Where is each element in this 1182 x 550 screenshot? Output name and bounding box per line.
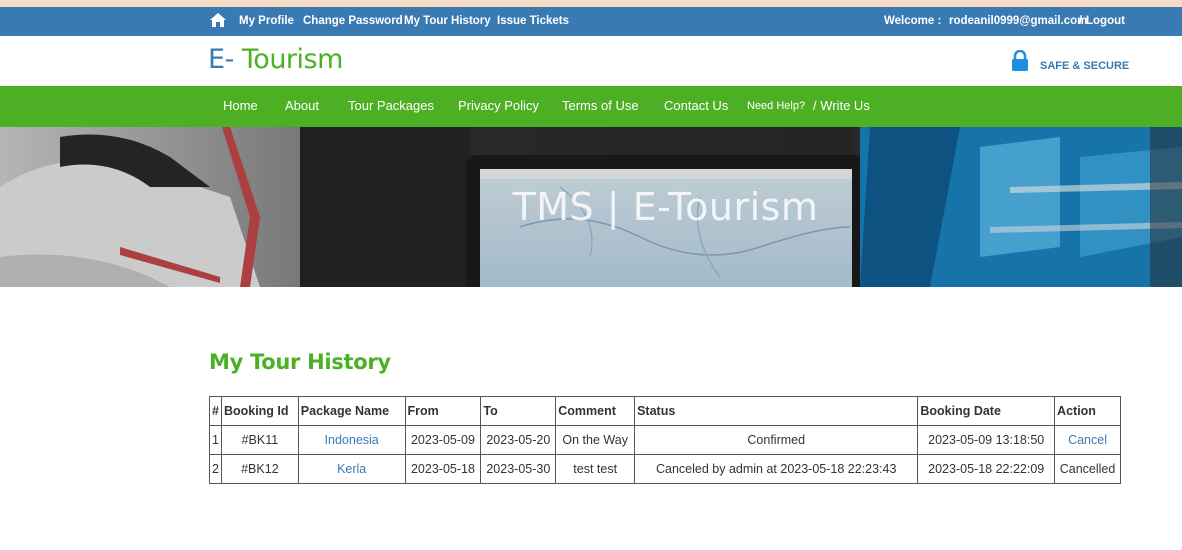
top-bar: My Profile Change Password My Tour Histo…	[0, 7, 1182, 36]
welcome-label: Welcome :	[884, 15, 942, 27]
from-date: 2023-05-09	[404, 425, 482, 455]
to-date: 2023-05-20	[480, 425, 557, 455]
logo-suffix: Tourism	[233, 44, 344, 75]
comment: On the Way	[555, 425, 636, 455]
top-accent-line	[0, 0, 1182, 7]
row-number: 2	[209, 454, 222, 484]
nav-item-contact-us[interactable]: Contact Us	[664, 98, 728, 113]
safe-secure-label: SAFE & SECURE	[1040, 60, 1130, 72]
column-header-action: Action	[1054, 396, 1121, 426]
row-number: 1	[209, 425, 222, 455]
main-nav: Home About Tour Packages Privacy Policy …	[0, 86, 1182, 127]
from-date: 2023-05-18	[404, 454, 482, 484]
action-status: Cancelled	[1054, 454, 1121, 484]
table-row: 2 #BK12 Kerla 2023-05-18 2023-05-30 test…	[209, 454, 1121, 484]
booking-date: 2023-05-18 22:22:09	[917, 454, 1056, 484]
booking-date: 2023-05-09 13:18:50	[917, 425, 1056, 455]
my-tour-history-link[interactable]: My Tour History	[404, 15, 491, 27]
logo-prefix: E-	[208, 44, 234, 75]
nav-item-privacy-policy[interactable]: Privacy Policy	[458, 98, 539, 113]
lock-icon	[1012, 50, 1028, 71]
page-title: My Tour History	[209, 350, 391, 374]
column-header-comment: Comment	[555, 396, 636, 426]
nav-item-about[interactable]: About	[285, 98, 319, 113]
tour-history-table: # Booking Id Package Name From To Commen…	[209, 396, 1121, 484]
column-header-to: To	[480, 396, 557, 426]
site-header: E- Tourism SAFE & SECURE	[0, 36, 1182, 86]
cancel-button[interactable]: Cancel	[1054, 425, 1121, 455]
booking-id: #BK11	[220, 425, 299, 455]
package-link[interactable]: Indonesia	[297, 425, 406, 455]
site-logo[interactable]: E- Tourism	[208, 44, 343, 75]
table-row: 1 #BK11 Indonesia 2023-05-09 2023-05-20 …	[209, 425, 1121, 455]
my-profile-link[interactable]: My Profile	[239, 15, 294, 27]
column-header-status: Status	[634, 396, 919, 426]
status: Confirmed	[634, 425, 919, 455]
write-us-link[interactable]: / Write Us	[813, 98, 870, 113]
issue-tickets-link[interactable]: Issue Tickets	[497, 15, 569, 27]
logout-link[interactable]: Logout	[1086, 15, 1125, 27]
nav-item-terms-of-use[interactable]: Terms of Use	[562, 98, 639, 113]
to-date: 2023-05-30	[480, 454, 557, 484]
logout-separator: /	[1079, 15, 1083, 27]
booking-id: #BK12	[220, 454, 299, 484]
column-header-number: #	[209, 396, 222, 426]
column-header-booking-id: Booking Id	[220, 396, 299, 426]
hero-banner: TMS | E-Tourism	[0, 127, 1182, 287]
status: Canceled by admin at 2023-05-18 22:23:43	[634, 454, 919, 484]
package-link[interactable]: Kerla	[297, 454, 406, 484]
change-password-link[interactable]: Change Password	[303, 15, 403, 27]
nav-item-home[interactable]: Home	[223, 98, 258, 113]
need-help-label: Need Help?	[747, 100, 806, 112]
home-icon[interactable]	[209, 12, 227, 28]
user-email: rodeanil0999@gmail.com	[949, 15, 1088, 27]
nav-item-tour-packages[interactable]: Tour Packages	[348, 98, 434, 113]
table-header-row: # Booking Id Package Name From To Commen…	[209, 396, 1121, 426]
banner-title: TMS | E-Tourism	[512, 185, 819, 229]
comment: test test	[555, 454, 636, 484]
column-header-booking-date: Booking Date	[917, 396, 1056, 426]
column-header-from: From	[404, 396, 482, 426]
column-header-package-name: Package Name	[297, 396, 406, 426]
